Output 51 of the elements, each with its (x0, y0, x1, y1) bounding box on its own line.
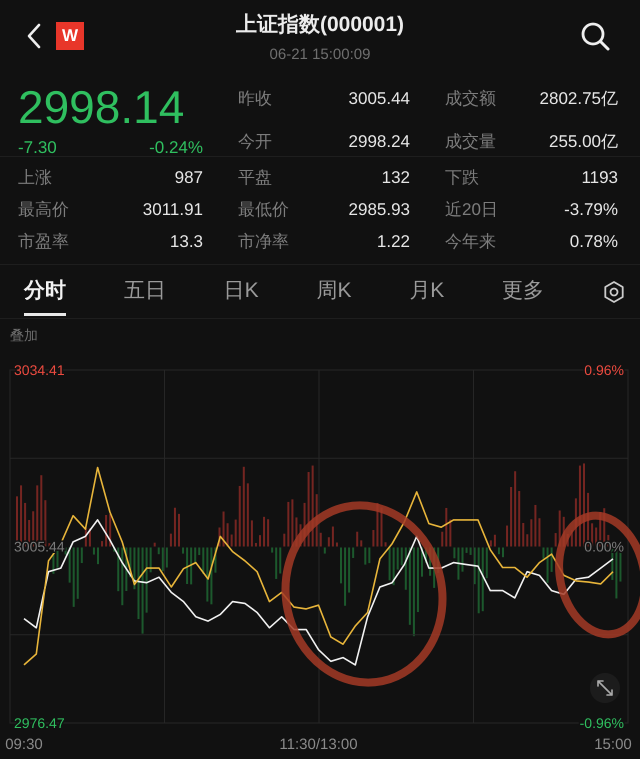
axis-label: 0.00% (584, 538, 624, 554)
app-logo: W (56, 22, 84, 50)
chart-tab[interactable]: 更多 (502, 268, 544, 316)
chart-tab[interactable]: 月K (409, 268, 444, 316)
axis-label: 3034.41 (14, 362, 65, 378)
search-icon[interactable] (580, 21, 610, 51)
stat-label: 昨收 (238, 88, 272, 110)
stat-value: -3.79% (564, 200, 618, 220)
stat-value: 3005.44 (348, 88, 410, 108)
stat-label: 今年来 (445, 231, 496, 253)
stat-label: 市净率 (238, 231, 289, 253)
last-price: 2998.14 (18, 82, 186, 132)
axis-label: 0.96% (584, 362, 624, 378)
price-change: -7.30 (18, 138, 57, 158)
axis-label: 11:30/13:00 (279, 736, 358, 753)
back-icon[interactable] (26, 23, 42, 49)
stat-value: 3011.91 (142, 200, 203, 220)
stat-label: 成交额 (445, 88, 496, 110)
settings-icon[interactable] (602, 280, 626, 304)
percent-change: -0.24% (149, 138, 203, 158)
chart-tab[interactable]: 分时 (24, 268, 66, 316)
stat-value: 1.22 (376, 232, 410, 252)
stat-value: 2802.75亿 (540, 88, 618, 110)
chart-tab[interactable]: 日K (224, 268, 259, 316)
timestamp: 06-21 15:00:09 (270, 46, 370, 62)
stat-label: 下跌 (445, 167, 479, 189)
stat-label: 最高价 (18, 199, 69, 221)
axis-label: 09:30 (5, 736, 43, 753)
stat-value: 1193 (581, 168, 618, 188)
stat-label: 最低价 (238, 199, 289, 221)
axis-label: 15:00 (594, 736, 632, 753)
axis-label: -0.96% (580, 715, 624, 731)
stat-value: 987 (174, 168, 203, 188)
chart-tab[interactable]: 周K (316, 268, 352, 316)
axis-label: 2976.47 (14, 715, 65, 731)
stat-label: 成交量 (445, 131, 496, 153)
page-title: 上证指数(000001) (236, 12, 404, 38)
stat-value: 13.3 (170, 232, 203, 252)
stat-label: 上涨 (18, 167, 52, 189)
chart-tab[interactable]: 五日 (124, 268, 166, 316)
stat-value: 2998.24 (348, 132, 410, 152)
stat-value: 0.78% (570, 232, 618, 252)
stat-value: 255.00亿 (549, 131, 618, 153)
expand-icon[interactable] (590, 673, 620, 703)
stat-label: 近20日 (445, 199, 498, 221)
stat-value: 2985.93 (348, 200, 410, 220)
stat-label: 市盈率 (18, 231, 69, 253)
stat-value: 132 (382, 168, 410, 188)
stat-label: 今开 (238, 131, 272, 153)
stat-label: 平盘 (238, 167, 272, 189)
overlay-label[interactable]: 叠加 (0, 319, 640, 351)
